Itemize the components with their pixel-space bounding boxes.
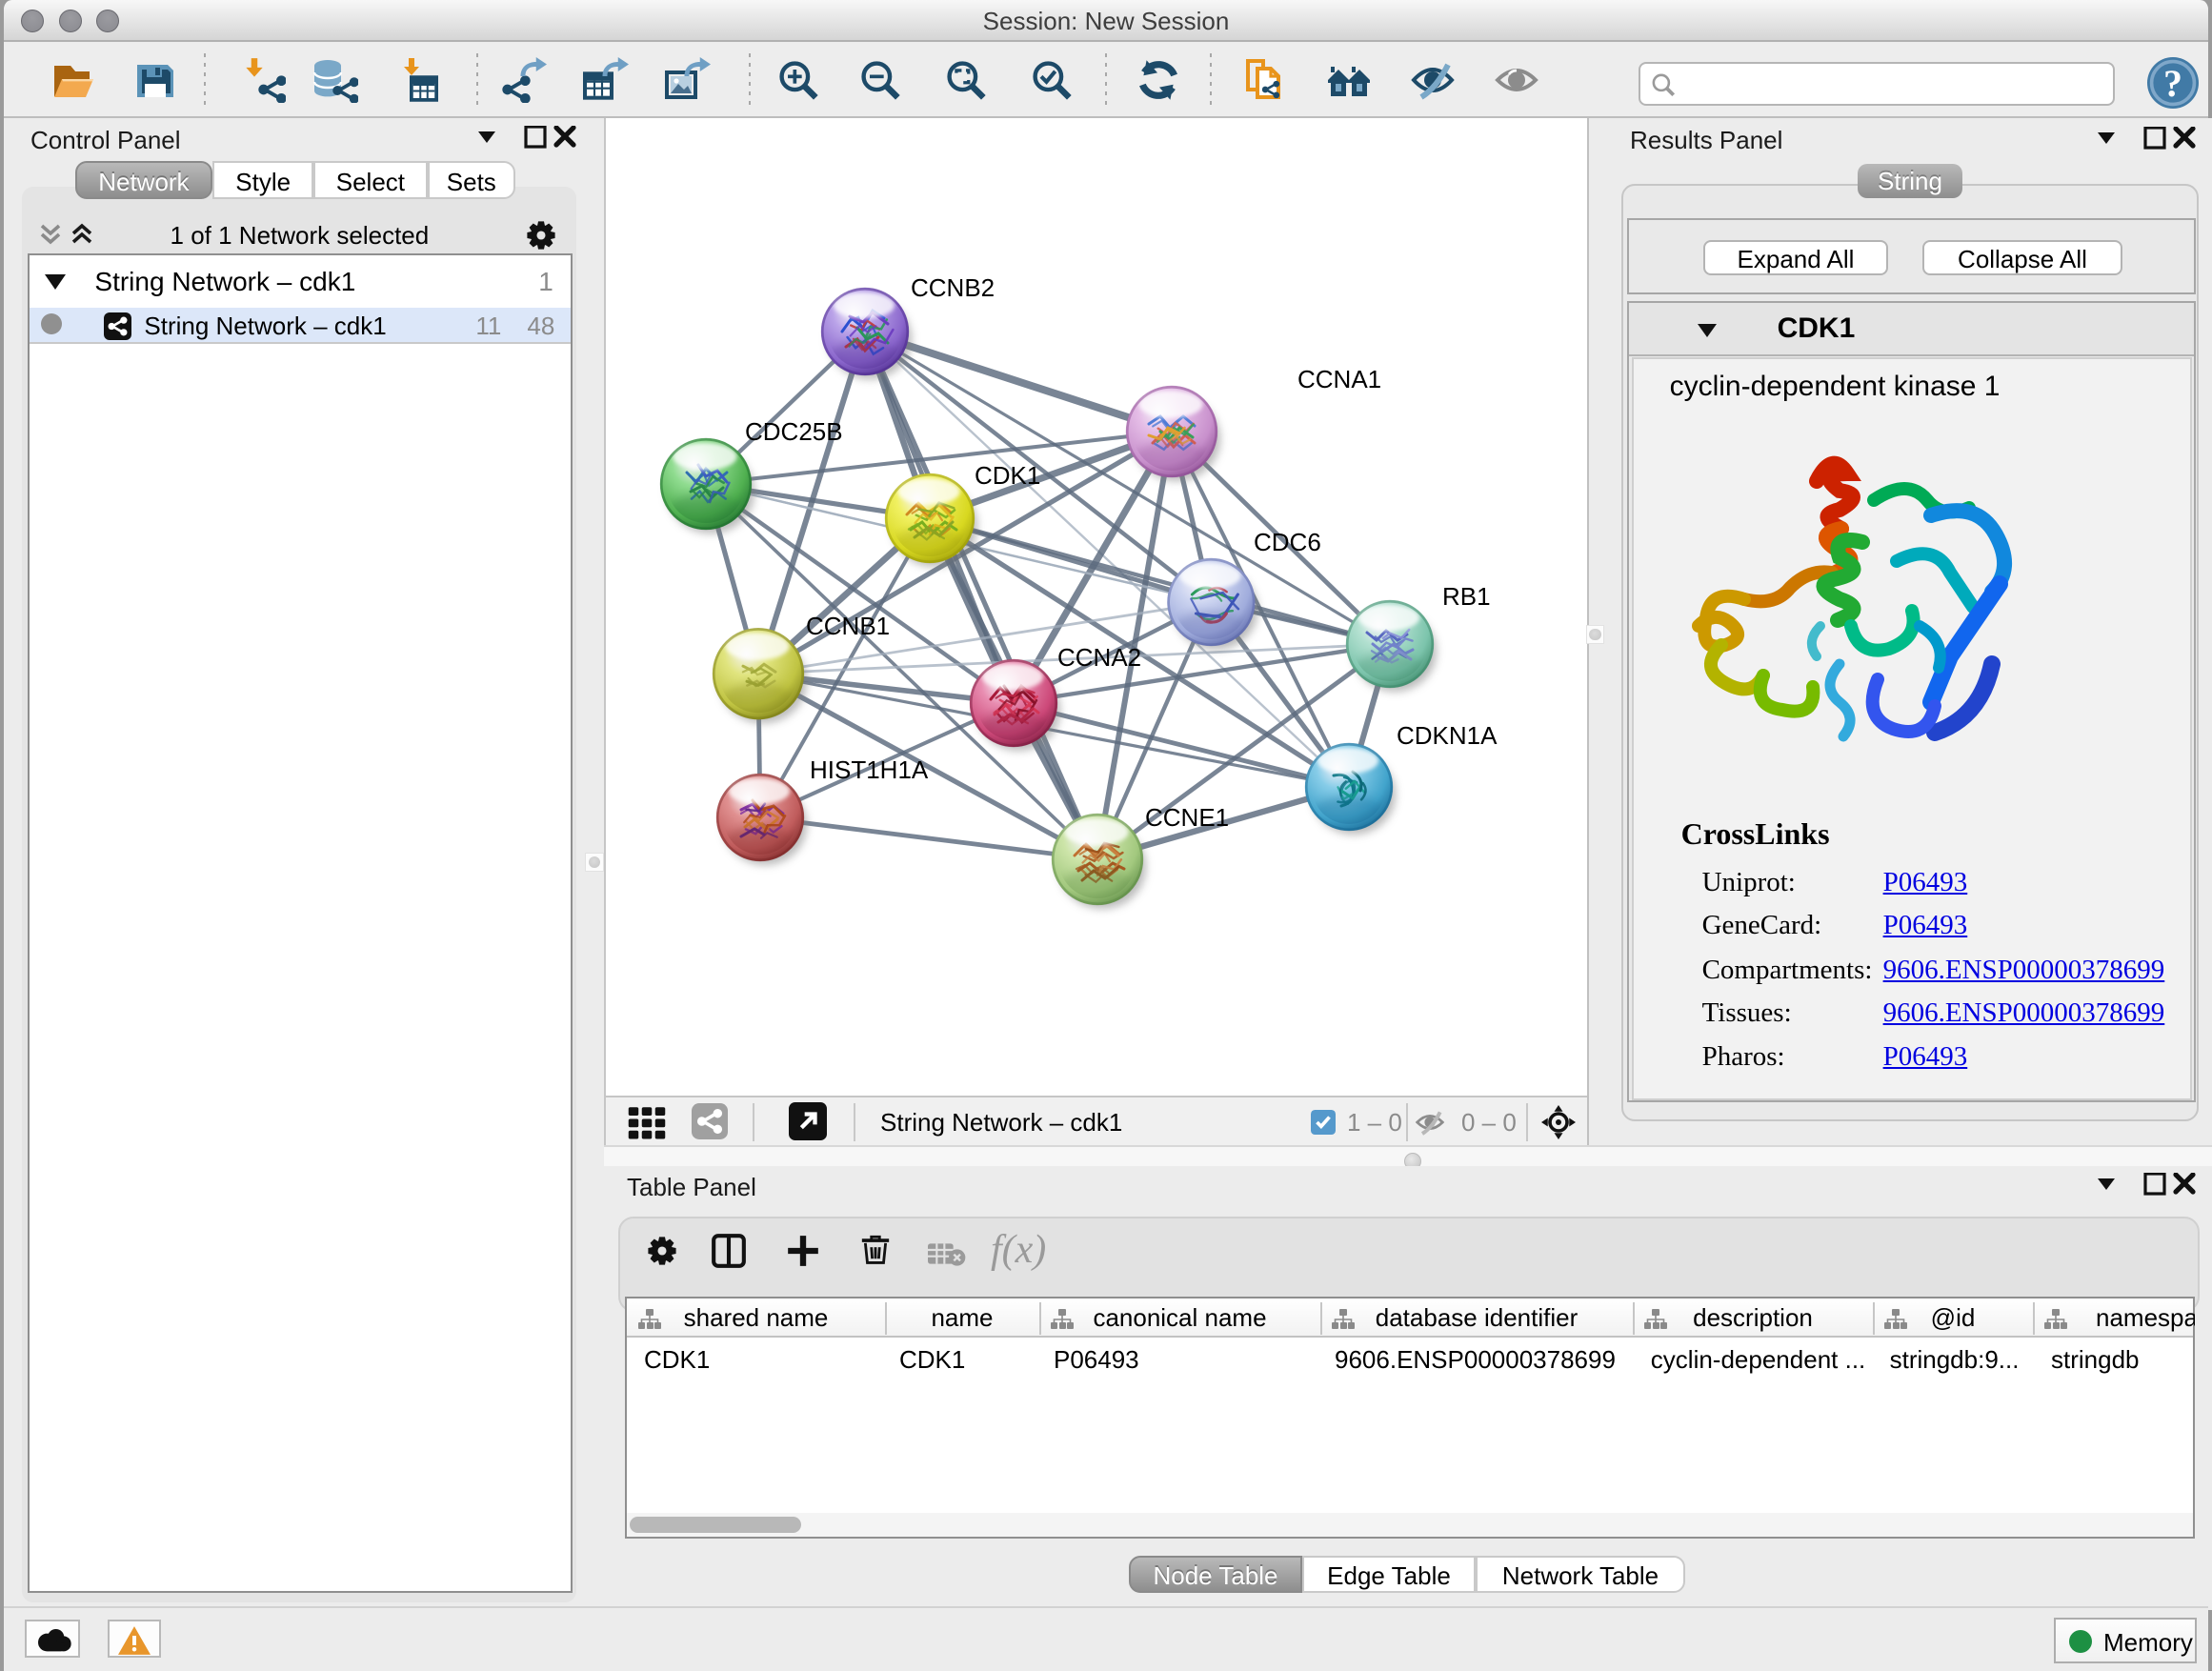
- svg-text:HIST1H1A: HIST1H1A: [810, 755, 929, 784]
- svg-text:CCNA2: CCNA2: [1057, 643, 1141, 672]
- svg-text:CDKN1A: CDKN1A: [1397, 721, 1498, 750]
- svg-text:CDC25B: CDC25B: [745, 417, 843, 446]
- svg-text:CCNE1: CCNE1: [1145, 803, 1229, 832]
- svg-text:CCNB2: CCNB2: [911, 273, 995, 302]
- svg-text:?: ?: [2163, 62, 2182, 105]
- svg-text:CCNA1: CCNA1: [1297, 365, 1381, 393]
- svg-text:RB1: RB1: [1442, 582, 1491, 611]
- svg-text:CDC6: CDC6: [1254, 528, 1321, 556]
- svg-text:CCNB1: CCNB1: [806, 612, 890, 640]
- svg-text:CDK1: CDK1: [975, 461, 1040, 490]
